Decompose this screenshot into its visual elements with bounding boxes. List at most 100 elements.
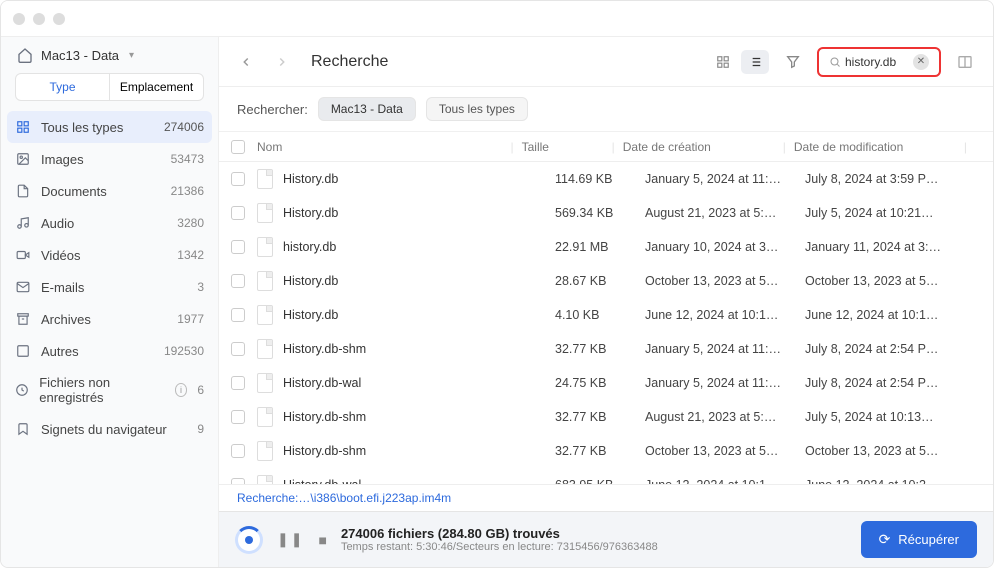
file-size: 32.77 KB [555,342,645,356]
preview-panel-button[interactable] [951,50,979,74]
file-size: 28.67 KB [555,274,645,288]
maximize-window-icon[interactable] [53,13,65,25]
sidebar-item-label: E-mails [41,280,84,295]
row-checkbox[interactable] [231,206,245,220]
table-row[interactable]: history.db22.91 MBJanuary 10, 2024 at 3…… [219,230,993,264]
sidebar-item-all-types[interactable]: Tous les types 274006 [7,111,212,143]
file-name: History.db-shm [283,410,555,424]
pause-button[interactable]: ❚❚ [277,531,304,548]
col-created-header[interactable]: Date de création [623,140,783,154]
select-all-checkbox[interactable] [231,140,245,154]
file-name: History.db-shm [283,444,555,458]
table-row[interactable]: History.db-wal683.95 KBJune 12, 2024 at … [219,468,993,484]
file-created: January 10, 2024 at 3… [645,240,805,254]
col-size-header[interactable]: Taille [522,140,612,154]
file-created: January 5, 2024 at 11:… [645,376,805,390]
sidebar-item-label: Images [41,152,84,167]
table-row[interactable]: History.db-shm32.77 KBJanuary 5, 2024 at… [219,332,993,366]
file-icon [257,407,273,427]
sidebar-item-count: 9 [197,422,204,436]
sidebar-item-count: 53473 [171,152,204,166]
file-icon [257,339,273,359]
sidebar-item-audio[interactable]: Audio 3280 [1,207,218,239]
grid-view-button[interactable] [709,50,737,74]
file-modified: June 12, 2024 at 10:1… [805,308,975,322]
sidebar-item-others[interactable]: Autres 192530 [1,335,218,367]
list-view-button[interactable] [741,50,769,74]
refresh-icon: ⟳ [879,531,891,548]
table-row[interactable]: History.db-shm32.77 KBAugust 21, 2023 at… [219,400,993,434]
path-bar[interactable]: Recherche:…\i386\boot.efi.j223ap.im4m [219,484,993,511]
row-checkbox[interactable] [231,308,245,322]
sidebar-item-images[interactable]: Images 53473 [1,143,218,175]
sidebar-toggle[interactable]: Type Emplacement [15,73,204,101]
row-checkbox[interactable] [231,172,245,186]
row-checkbox[interactable] [231,240,245,254]
stop-button[interactable]: ■ [318,532,326,548]
window-controls[interactable] [13,13,65,25]
table-row[interactable]: History.db28.67 KBOctober 13, 2023 at 5…… [219,264,993,298]
file-size: 569.34 KB [555,206,645,220]
search-input[interactable] [845,55,909,69]
status-summary: 274006 fichiers (284.80 GB) trouvés [341,526,658,541]
file-created: August 21, 2023 at 5:… [645,410,805,424]
scan-progress-icon [235,526,263,554]
nav-forward-button[interactable] [269,49,295,75]
toggle-type[interactable]: Type [16,74,109,100]
file-created: August 21, 2023 at 5:… [645,206,805,220]
sidebar-item-label: Vidéos [41,248,81,263]
nav-back-button[interactable] [233,49,259,75]
scope-chip-type[interactable]: Tous les types [426,97,528,121]
page-title: Recherche [311,53,388,71]
video-icon [15,247,31,263]
file-name: history.db [283,240,555,254]
sidebar-item-label: Autres [41,344,79,359]
row-checkbox[interactable] [231,342,245,356]
minimize-window-icon[interactable] [33,13,45,25]
file-name: History.db [283,172,555,186]
recover-button[interactable]: ⟳ Récupérer [861,521,977,558]
file-size: 32.77 KB [555,444,645,458]
location-selector[interactable]: Mac13 - Data ▾ [1,41,218,73]
home-icon [17,47,33,63]
row-checkbox[interactable] [231,376,245,390]
search-icon [829,56,841,68]
table-row[interactable]: History.db569.34 KBAugust 21, 2023 at 5:… [219,196,993,230]
row-checkbox[interactable] [231,444,245,458]
search-clear-button[interactable]: ✕ [913,54,929,70]
file-name: History.db-wal [283,376,555,390]
file-icon [257,169,273,189]
file-icon [257,203,273,223]
col-modified-header[interactable]: Date de modification [794,140,964,154]
file-name: History.db [283,206,555,220]
sidebar-item-label: Audio [41,216,74,231]
table-row[interactable]: History.db4.10 KBJune 12, 2024 at 10:1…J… [219,298,993,332]
sidebar-item-bookmarks[interactable]: Signets du navigateur 9 [1,413,218,445]
table-row[interactable]: History.db114.69 KBJanuary 5, 2024 at 11… [219,162,993,196]
others-icon [15,343,31,359]
filter-button[interactable] [779,50,807,74]
scope-chip-location[interactable]: Mac13 - Data [318,97,416,121]
row-checkbox[interactable] [231,410,245,424]
sidebar-item-archives[interactable]: Archives 1977 [1,303,218,335]
close-window-icon[interactable] [13,13,25,25]
sidebar-item-documents[interactable]: Documents 21386 [1,175,218,207]
file-size: 4.10 KB [555,308,645,322]
sidebar-item-emails[interactable]: E-mails 3 [1,271,218,303]
sidebar-item-videos[interactable]: Vidéos 1342 [1,239,218,271]
sidebar-item-unregistered[interactable]: Fichiers non enregistrés i 6 [1,367,218,413]
search-scope-row: Rechercher: Mac13 - Data Tous les types [219,87,993,132]
titlebar [1,1,993,37]
table-row[interactable]: History.db-wal24.75 KBJanuary 5, 2024 at… [219,366,993,400]
sidebar-item-count: 192530 [164,344,204,358]
info-icon[interactable]: i [175,383,188,397]
table-row[interactable]: History.db-shm32.77 KBOctober 13, 2023 a… [219,434,993,468]
row-checkbox[interactable] [231,274,245,288]
col-name-header[interactable]: Nom [257,140,511,154]
file-name: History.db-shm [283,342,555,356]
file-modified: January 11, 2024 at 3:… [805,240,975,254]
file-created: January 5, 2024 at 11:… [645,172,805,186]
sidebar-item-count: 3 [197,280,204,294]
toggle-location[interactable]: Emplacement [110,74,203,100]
file-icon [257,305,273,325]
